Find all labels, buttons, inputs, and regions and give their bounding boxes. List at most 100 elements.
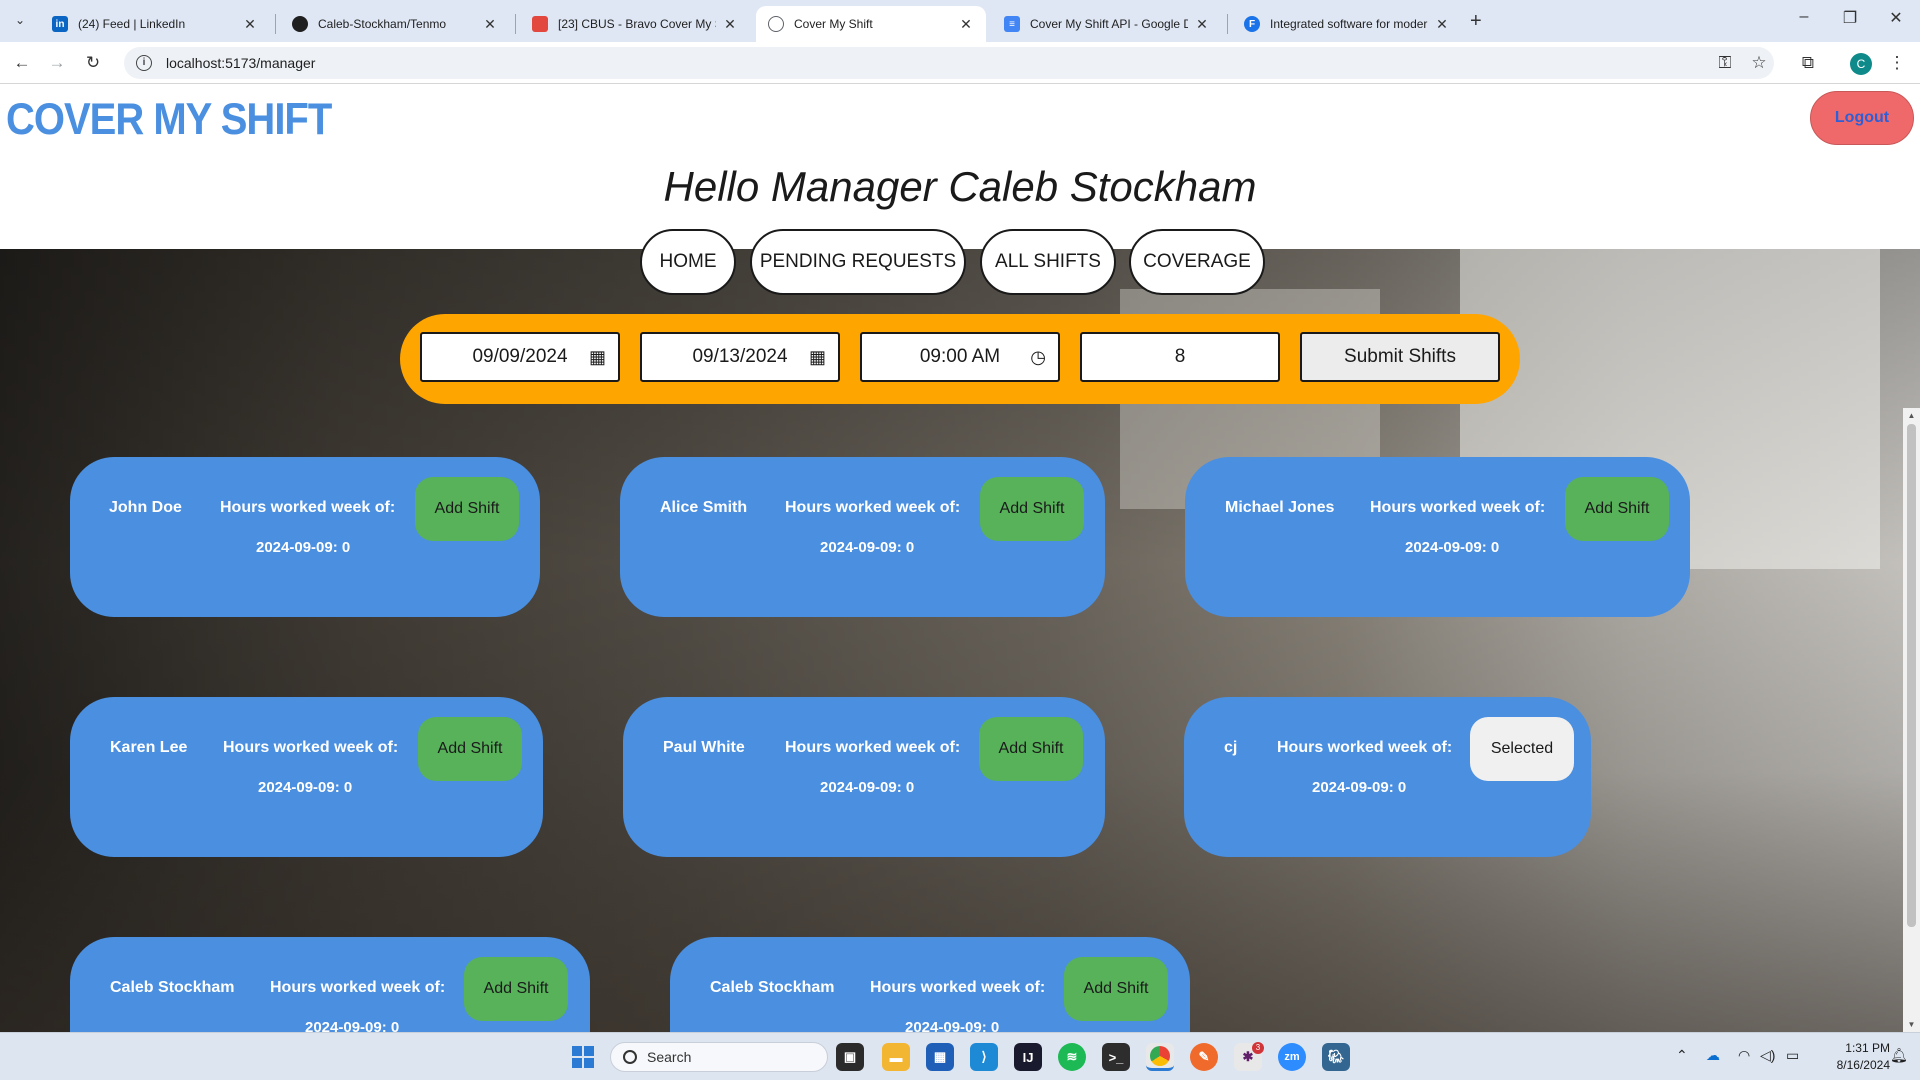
taskbar-search[interactable]: Search [610,1042,828,1072]
tab-divider [1227,14,1228,34]
nav-all-shifts[interactable]: ALL SHIFTS [980,229,1116,295]
calendar-icon[interactable]: ▦ [809,347,826,368]
reload-icon[interactable]: ↻ [82,52,104,74]
tab-github[interactable]: Caleb-Stockham/Tenmo ✕ [280,6,510,42]
employee-card: Caleb Stockham Hours worked week of: 202… [670,937,1190,1032]
page-scrollbar[interactable]: ▲ ▼ [1903,408,1920,1032]
tray-overflow-icon[interactable]: ⌃ [1676,1047,1688,1064]
submit-shifts-button[interactable]: Submit Shifts [1300,332,1500,382]
close-tab-icon[interactable]: ✕ [482,16,498,33]
restore-icon[interactable]: ❐ [1838,8,1862,28]
nav-home[interactable]: HOME [640,229,736,295]
brand-logo[interactable]: COVER MY SHIFT [6,95,332,145]
tab-trello[interactable]: [23] CBUS - Bravo Cover My Sh ✕ [520,6,750,42]
url-field[interactable]: i localhost:5173/manager [124,47,1774,79]
close-tab-icon[interactable]: ✕ [1194,16,1210,33]
start-time-value: 09:00 AM [919,346,1001,367]
bookmark-star-icon[interactable]: ☆ [1748,53,1770,73]
password-key-icon[interactable]: ⚿ [1714,53,1736,73]
close-tab-icon[interactable]: ✕ [722,16,738,33]
add-shift-button[interactable]: Add Shift [979,717,1083,781]
task-view-icon[interactable]: ▣ [836,1043,864,1071]
employee-card: Karen Lee Hours worked week of: 2024-09-… [70,697,543,857]
close-tab-icon[interactable]: ✕ [958,16,974,33]
site-info-icon[interactable]: i [136,55,152,71]
url-text: localhost:5173/manager [166,55,316,71]
tab-linkedin[interactable]: in (24) Feed | LinkedIn ✕ [40,6,270,42]
clock-icon[interactable]: ◷ [1030,347,1046,368]
nav-pending-requests[interactable]: PENDING REQUESTS [750,229,966,295]
logout-button[interactable]: Logout [1810,91,1914,145]
onedrive-icon[interactable]: ☁ [1706,1047,1720,1064]
employee-card: cj Hours worked week of: 2024-09-09: 0 S… [1184,697,1591,857]
window-close-icon[interactable]: ✕ [1884,8,1908,28]
add-shift-button[interactable]: Add Shift [1565,477,1669,541]
search-placeholder: Search [647,1049,692,1065]
notification-badge: 3 [1252,1042,1264,1054]
notifications-bell-icon[interactable]: 🔔︎ [1890,1047,1908,1064]
terminal-icon[interactable]: >_ [1102,1043,1130,1071]
start-time-input[interactable]: 09:00 AM ◷ [860,332,1060,382]
scroll-up-icon[interactable]: ▲ [1903,411,1920,420]
vscode-icon[interactable]: ⟩ [970,1043,998,1071]
add-shift-button[interactable]: Add Shift [980,477,1084,541]
windows-start-icon[interactable] [572,1046,594,1068]
week-hours: 2024-09-09: 0 [256,539,351,556]
shift-form: 09/09/2024 ▦ 09/13/2024 ▦ 09:00 AM ◷ 8 S… [400,314,1520,404]
add-shift-button[interactable]: Add Shift [415,477,519,541]
store-icon[interactable]: ▦ [926,1043,954,1071]
week-hours: 2024-09-09: 0 [905,1019,1000,1032]
zoom-icon[interactable]: zm [1278,1043,1306,1071]
close-tab-icon[interactable]: ✕ [242,16,258,33]
end-date-input[interactable]: 09/13/2024 ▦ [640,332,840,382]
employee-name: Caleb Stockham [110,979,235,996]
add-shift-button[interactable]: Add Shift [418,717,522,781]
start-date-value: 09/09/2024 [472,346,568,367]
close-tab-icon[interactable]: ✕ [1434,16,1450,33]
selected-button[interactable]: Selected [1470,717,1574,781]
scrollbar-thumb[interactable] [1907,424,1916,927]
scroll-down-icon[interactable]: ▼ [1903,1020,1920,1029]
tab-title: Integrated software for modern [1270,17,1428,31]
start-date-input[interactable]: 09/09/2024 ▦ [420,332,620,382]
clock-time: 1:31 PM [1845,1041,1890,1055]
week-hours: 2024-09-09: 0 [820,779,915,796]
hours-label: Hours worked week of: [870,979,1046,996]
chrome-icon[interactable] [1146,1043,1174,1071]
minimize-icon[interactable]: – [1792,8,1816,26]
add-shift-button[interactable]: Add Shift [1064,957,1168,1021]
employee-name: Michael Jones [1225,499,1335,516]
wifi-icon[interactable]: ◠ [1738,1047,1750,1064]
system-clock[interactable]: 1:31 PM 8/16/2024 [1812,1040,1890,1074]
postman-icon[interactable]: ✎ [1190,1043,1218,1071]
github-icon [292,16,308,32]
spotify-icon[interactable]: ≋ [1058,1043,1086,1071]
new-tab-icon[interactable]: + [1470,10,1482,33]
intellij-icon[interactable]: IJ [1014,1043,1042,1071]
hours-input[interactable]: 8 [1080,332,1280,382]
end-date-value: 09/13/2024 [692,346,788,367]
tab-divider [515,14,516,34]
hours-label: Hours worked week of: [270,979,446,996]
tab-search-icon[interactable]: ⌄ [8,8,32,32]
volume-icon[interactable]: ◁) [1760,1047,1775,1064]
tab-cover-my-shift[interactable]: Cover My Shift ✕ [756,6,986,42]
calendar-icon[interactable]: ▦ [589,347,606,368]
postgres-icon[interactable]: 🐘︎ [1322,1043,1350,1071]
nav-coverage[interactable]: COVERAGE [1129,229,1265,295]
chrome-menu-icon[interactable]: ⋮ [1886,53,1908,73]
tab-google-docs[interactable]: ≡ Cover My Shift API - Google Do ✕ [992,6,1222,42]
hours-label: Hours worked week of: [785,739,961,756]
week-hours: 2024-09-09: 0 [1312,779,1407,796]
forward-icon[interactable]: → [46,52,68,74]
tab-divider [275,14,276,34]
battery-icon[interactable]: ▭ [1786,1047,1799,1064]
file-explorer-icon[interactable]: ▬ [882,1043,910,1071]
clock-date: 8/16/2024 [1836,1058,1890,1072]
add-shift-button[interactable]: Add Shift [464,957,568,1021]
back-icon[interactable]: ← [11,52,33,74]
tab-integrated-software[interactable]: F Integrated software for modern ✕ [1232,6,1462,42]
profile-avatar[interactable]: C [1850,53,1872,75]
tab-title: Caleb-Stockham/Tenmo [318,17,447,31]
extensions-icon[interactable]: ⧉ [1797,53,1819,73]
